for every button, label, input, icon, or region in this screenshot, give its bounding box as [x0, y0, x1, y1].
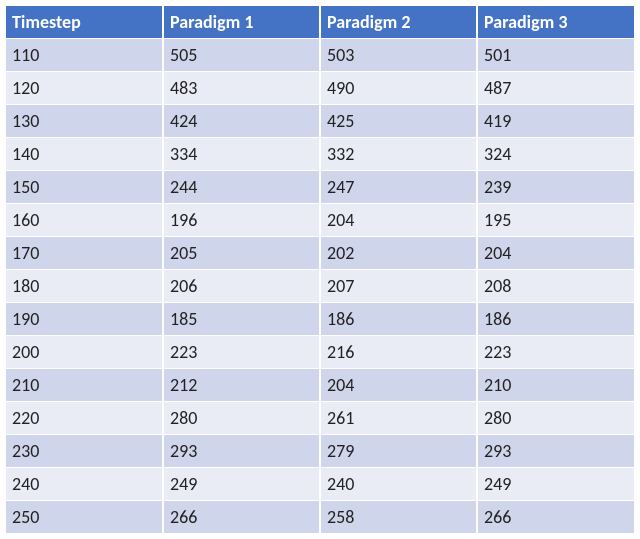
table-row: 180206207208: [6, 270, 634, 303]
cell-timestep: 240: [6, 468, 163, 501]
cell-p2: 279: [320, 435, 477, 468]
cell-timestep: 170: [6, 237, 163, 270]
cell-timestep: 220: [6, 402, 163, 435]
cell-p1: 483: [163, 72, 320, 105]
cell-p3: 501: [477, 39, 634, 72]
cell-p1: 249: [163, 468, 320, 501]
cell-p2: 425: [320, 105, 477, 138]
cell-p2: 247: [320, 171, 477, 204]
cell-p1: 280: [163, 402, 320, 435]
cell-timestep: 200: [6, 336, 163, 369]
cell-p2: 186: [320, 303, 477, 336]
cell-p1: 266: [163, 501, 320, 534]
col-header-paradigm-1: Paradigm 1: [163, 6, 320, 39]
col-header-paradigm-2: Paradigm 2: [320, 6, 477, 39]
cell-p2: 258: [320, 501, 477, 534]
cell-timestep: 210: [6, 369, 163, 402]
cell-timestep: 130: [6, 105, 163, 138]
cell-p1: 424: [163, 105, 320, 138]
cell-timestep: 190: [6, 303, 163, 336]
cell-p2: 490: [320, 72, 477, 105]
cell-p2: 202: [320, 237, 477, 270]
cell-p3: 487: [477, 72, 634, 105]
cell-p1: 212: [163, 369, 320, 402]
cell-p3: 419: [477, 105, 634, 138]
cell-timestep: 250: [6, 501, 163, 534]
cell-p2: 332: [320, 138, 477, 171]
cell-p2: 240: [320, 468, 477, 501]
table-row: 220280261280: [6, 402, 634, 435]
cell-p3: 204: [477, 237, 634, 270]
table-row: 190185186186: [6, 303, 634, 336]
data-table: Timestep Paradigm 1 Paradigm 2 Paradigm …: [6, 6, 634, 533]
table-row: 240249240249: [6, 468, 634, 501]
cell-timestep: 230: [6, 435, 163, 468]
cell-p2: 207: [320, 270, 477, 303]
cell-timestep: 150: [6, 171, 163, 204]
cell-p1: 293: [163, 435, 320, 468]
table-header-row: Timestep Paradigm 1 Paradigm 2 Paradigm …: [6, 6, 634, 39]
cell-p1: 205: [163, 237, 320, 270]
cell-p3: 210: [477, 369, 634, 402]
cell-timestep: 120: [6, 72, 163, 105]
cell-p3: 324: [477, 138, 634, 171]
cell-p2: 204: [320, 204, 477, 237]
cell-p1: 244: [163, 171, 320, 204]
cell-p2: 216: [320, 336, 477, 369]
cell-p3: 239: [477, 171, 634, 204]
table-row: 230293279293: [6, 435, 634, 468]
cell-timestep: 160: [6, 204, 163, 237]
cell-timestep: 110: [6, 39, 163, 72]
cell-p3: 208: [477, 270, 634, 303]
table-row: 130424425419: [6, 105, 634, 138]
table-row: 140334332324: [6, 138, 634, 171]
cell-p3: 266: [477, 501, 634, 534]
cell-timestep: 180: [6, 270, 163, 303]
cell-p3: 249: [477, 468, 634, 501]
cell-p3: 293: [477, 435, 634, 468]
table-row: 110505503501: [6, 39, 634, 72]
cell-timestep: 140: [6, 138, 163, 171]
cell-p1: 223: [163, 336, 320, 369]
cell-p1: 505: [163, 39, 320, 72]
table-row: 160196204195: [6, 204, 634, 237]
cell-p1: 206: [163, 270, 320, 303]
cell-p1: 185: [163, 303, 320, 336]
col-header-timestep: Timestep: [6, 6, 163, 39]
cell-p1: 334: [163, 138, 320, 171]
table-row: 200223216223: [6, 336, 634, 369]
table-row: 120483490487: [6, 72, 634, 105]
cell-p2: 503: [320, 39, 477, 72]
col-header-paradigm-3: Paradigm 3: [477, 6, 634, 39]
cell-p3: 223: [477, 336, 634, 369]
cell-p2: 261: [320, 402, 477, 435]
cell-p3: 195: [477, 204, 634, 237]
table-row: 250266258266: [6, 501, 634, 534]
table-row: 210212204210: [6, 369, 634, 402]
table-body: 110505503501 120483490487 130424425419 1…: [6, 39, 634, 534]
cell-p3: 186: [477, 303, 634, 336]
table-row: 170205202204: [6, 237, 634, 270]
table-row: 150244247239: [6, 171, 634, 204]
cell-p3: 280: [477, 402, 634, 435]
cell-p2: 204: [320, 369, 477, 402]
cell-p1: 196: [163, 204, 320, 237]
